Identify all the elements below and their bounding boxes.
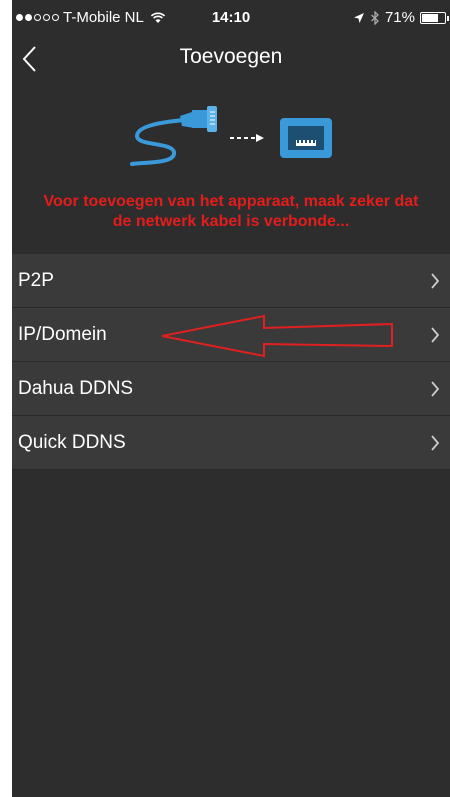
list-item-ip-domein[interactable]: IP/Domein bbox=[12, 308, 450, 362]
page-title: Toevoegen bbox=[179, 45, 283, 68]
list-item-quick-ddns[interactable]: Quick DDNS bbox=[12, 416, 450, 470]
list-item-label: Dahua DDNS bbox=[18, 378, 134, 399]
status-right: 71% bbox=[353, 9, 449, 26]
list-item-p2p[interactable]: P2P bbox=[12, 254, 450, 308]
chevron-right-icon bbox=[431, 327, 440, 343]
ethernet-cable-icon bbox=[130, 106, 217, 166]
list-item-label: Quick DDNS bbox=[18, 432, 126, 453]
chevron-right-icon bbox=[431, 435, 440, 451]
navigation-bar: Toevoegen bbox=[12, 34, 450, 84]
battery-icon bbox=[420, 11, 449, 24]
location-arrow-icon bbox=[353, 12, 364, 23]
chevron-right-icon bbox=[431, 273, 440, 289]
list-item-dahua-ddns[interactable]: Dahua DDNS bbox=[12, 362, 450, 416]
status-bar: T-Mobile NL 14:10 71% bbox=[12, 0, 450, 34]
battery-percent: 71% bbox=[384, 9, 415, 26]
app-screen: T-Mobile NL 14:10 71% Toevoegen Voor toe… bbox=[12, 0, 450, 797]
network-cable-illustration bbox=[130, 106, 332, 166]
list-item-label: IP/Domein bbox=[18, 324, 107, 345]
ethernet-port-icon bbox=[280, 118, 332, 158]
bluetooth-icon bbox=[371, 10, 379, 25]
list-item-label: P2P bbox=[18, 270, 54, 291]
connection-warning: Voor toevoegen van het apparaat, maak ze… bbox=[43, 193, 419, 230]
add-method-list: P2P IP/Domein Dahua DDNS Quick DDNS bbox=[12, 254, 450, 470]
dashed-arrow-icon bbox=[230, 134, 264, 142]
chevron-right-icon bbox=[431, 381, 440, 397]
